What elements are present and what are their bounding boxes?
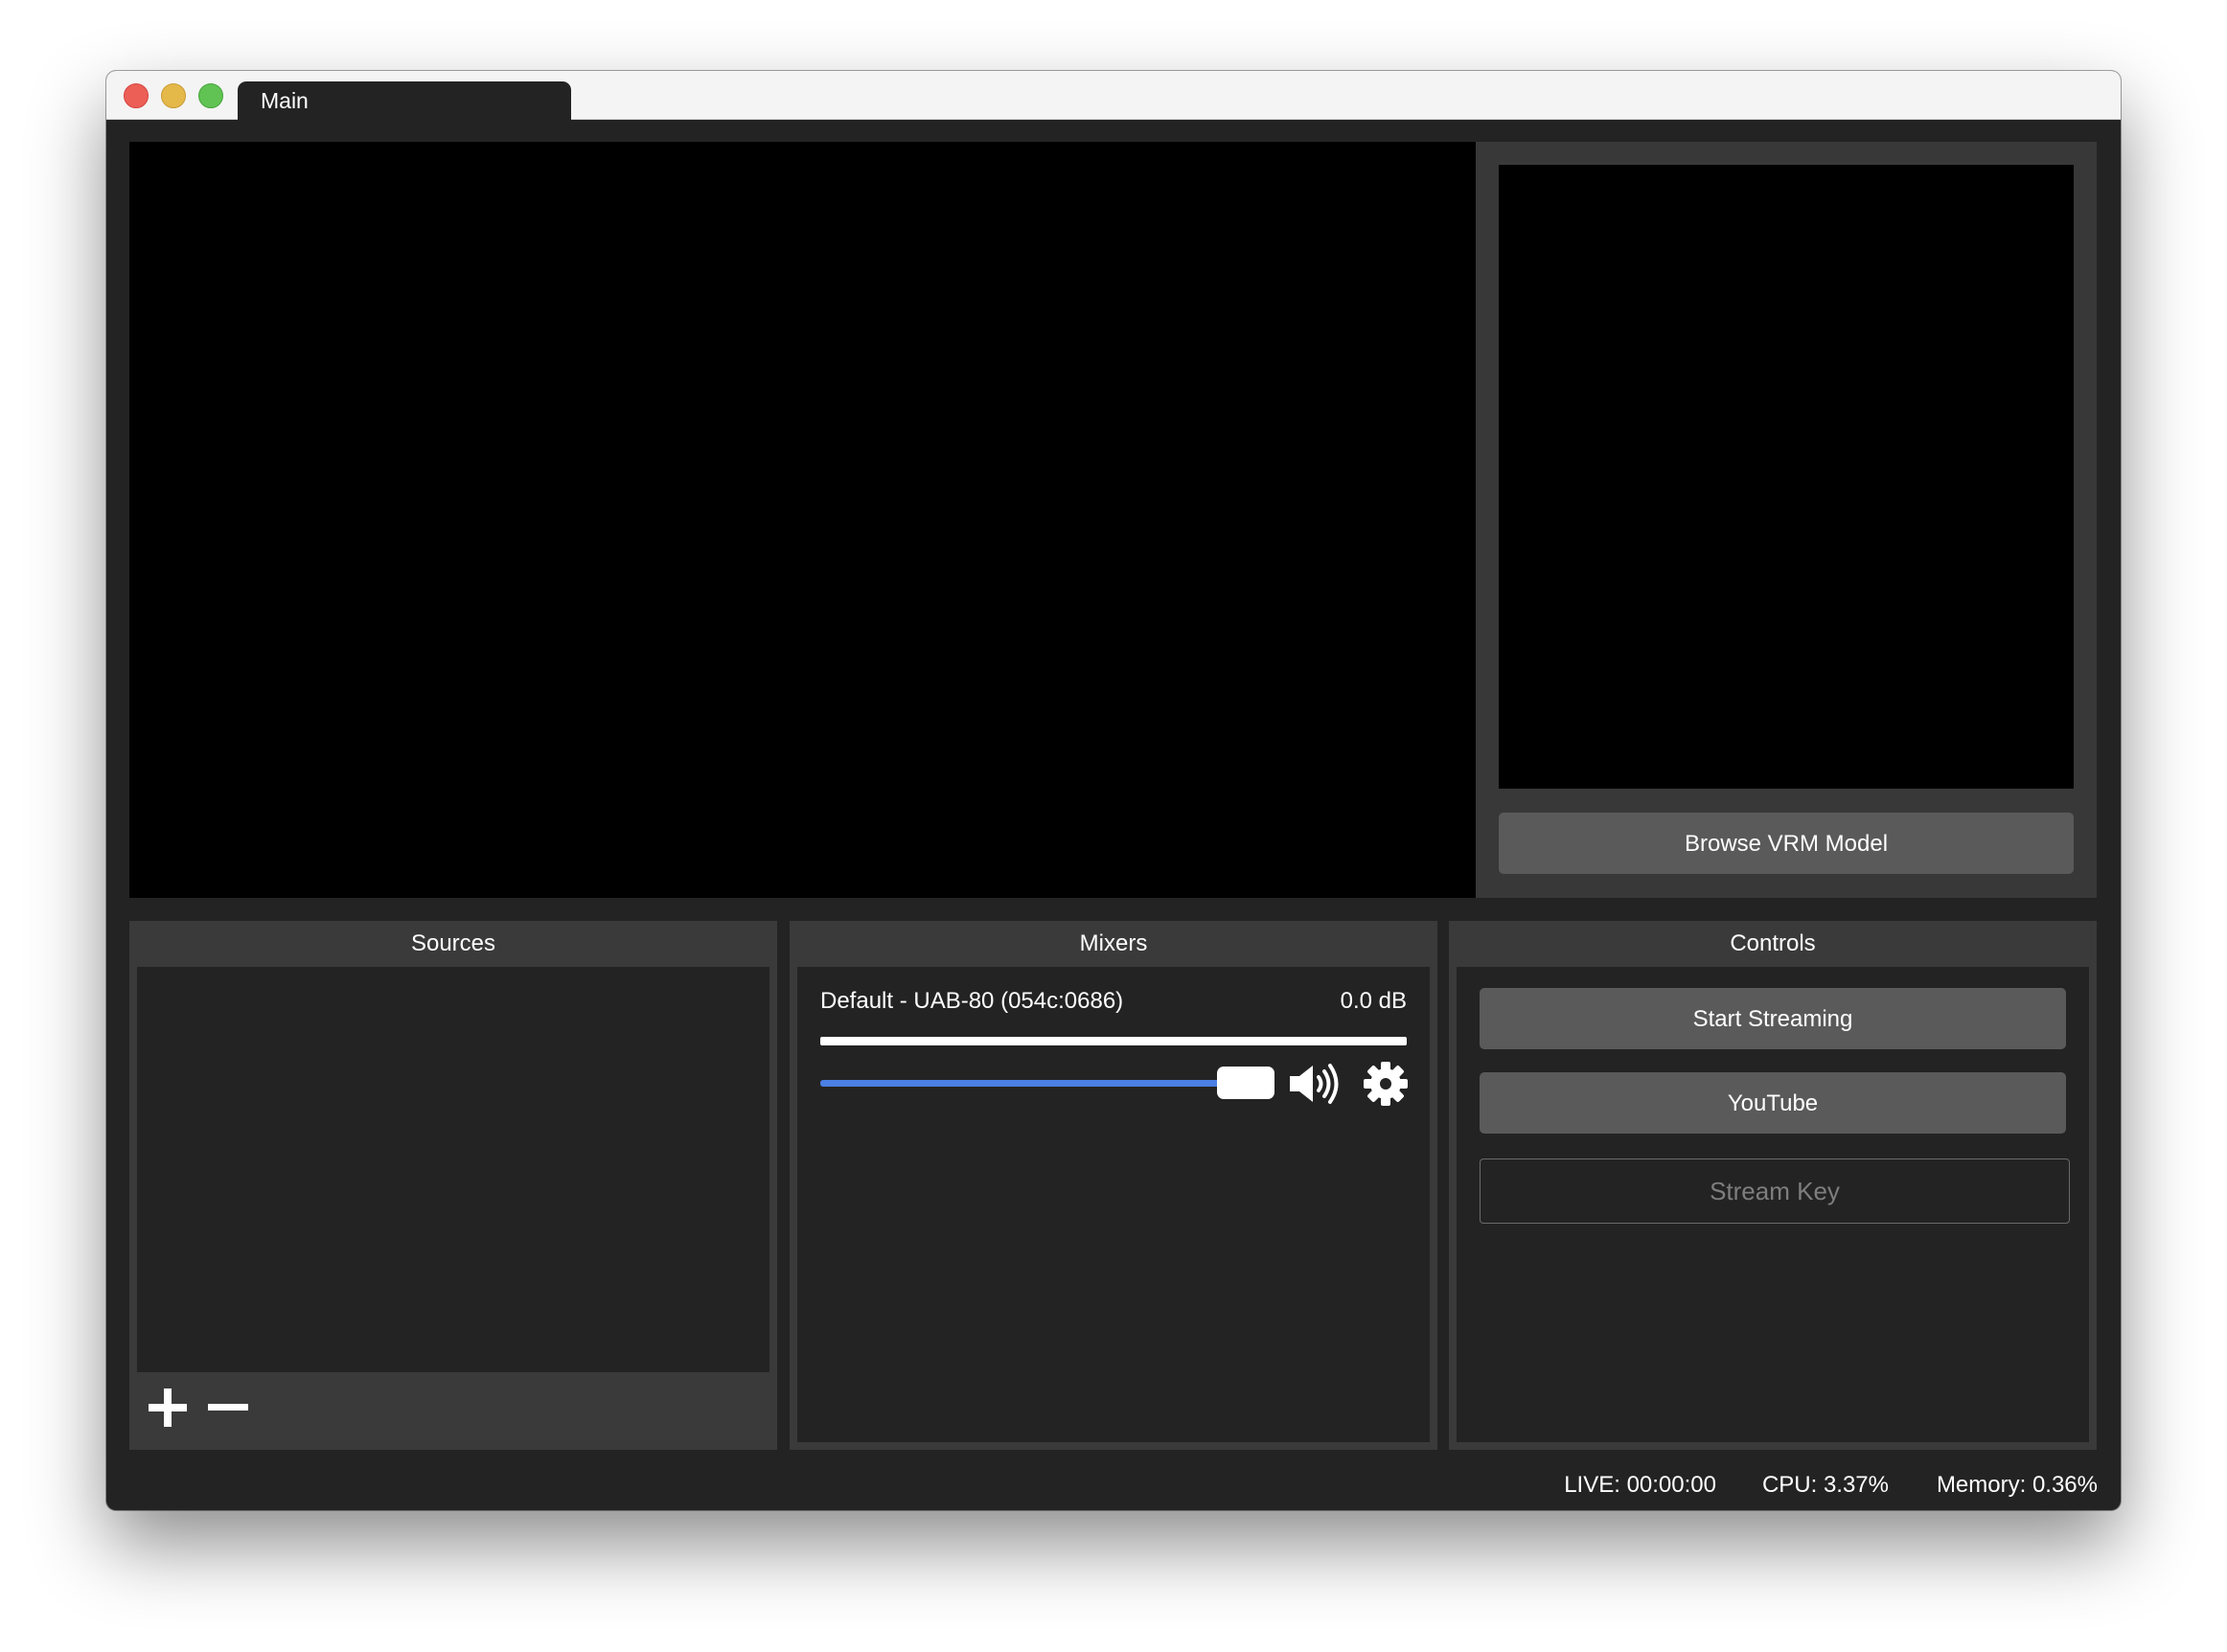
memory-usage: Memory: 0.36% (1936, 1472, 2098, 1498)
mixers-title: Mixers (1079, 930, 1148, 956)
plus-icon[interactable] (147, 1387, 189, 1429)
minimize-window-button[interactable] (161, 83, 186, 108)
volume-slider-track[interactable] (820, 1080, 1251, 1087)
model-preview-canvas[interactable] (1499, 165, 2074, 789)
gear-icon[interactable] (1363, 1061, 1409, 1107)
controls-panel: Controls Start Streaming YouTube (1449, 921, 2097, 1450)
sources-title: Sources (410, 930, 496, 956)
controls-title: Controls (1730, 930, 1816, 956)
volume-slider-fill (820, 1080, 1251, 1087)
start-streaming-button[interactable]: Start Streaming (1480, 988, 2066, 1049)
close-window-button[interactable] (124, 83, 149, 108)
main-preview-canvas[interactable] (129, 142, 1476, 898)
controls-body: Start Streaming YouTube (1457, 967, 2089, 1442)
cpu-usage: CPU: 3.37% (1761, 1472, 1889, 1498)
browse-vrm-model-button[interactable]: Browse VRM Model (1499, 813, 2074, 874)
sources-list[interactable] (137, 967, 769, 1372)
audio-device-label: Default - UAB-80 (054c:0686) (820, 988, 1124, 1014)
sources-panel: Sources (129, 921, 777, 1450)
audio-level-meter (820, 1037, 1407, 1045)
audio-level-db: 0.0 dB (1340, 988, 1407, 1014)
title-bar: Main (106, 71, 2121, 120)
mixers-list: Default - UAB-80 (054c:0686) 0.0 dB (797, 967, 1430, 1442)
maximize-window-button[interactable] (198, 83, 223, 108)
model-panel: Browse VRM Model (1476, 142, 2097, 898)
live-timer: LIVE: 00:00:00 (1564, 1472, 1716, 1498)
status-bar: LIVE: 00:00:00 CPU: 3.37% Memory: 0.36% (106, 1462, 2121, 1508)
volume-slider-handle[interactable] (1217, 1067, 1274, 1099)
tab-main[interactable]: Main (238, 81, 571, 120)
app-window: Main Browse VRM Model Sources Mixers Def… (106, 71, 2121, 1510)
mixers-panel: Mixers Default - UAB-80 (054c:0686) 0.0 … (790, 921, 1437, 1450)
minus-icon[interactable] (208, 1387, 250, 1429)
stream-key-input[interactable] (1480, 1159, 2070, 1224)
speaker-icon[interactable] (1288, 1063, 1343, 1105)
streaming-service-button[interactable]: YouTube (1480, 1072, 2066, 1134)
